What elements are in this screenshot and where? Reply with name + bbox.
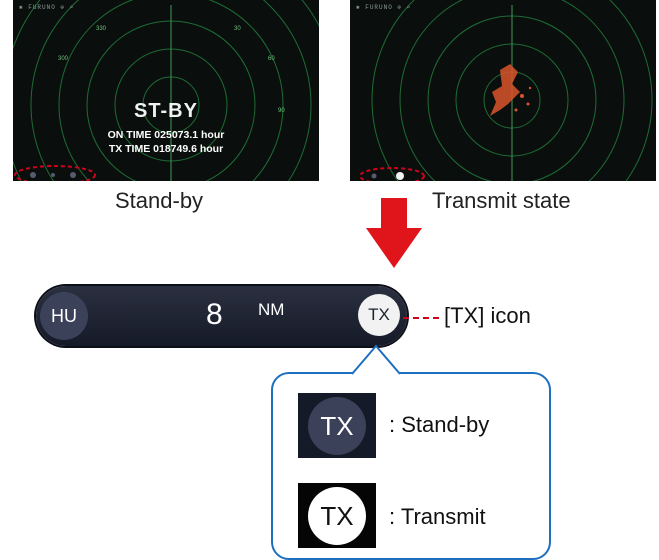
down-arrow-icon [366, 198, 422, 268]
standby-status-text: ST-BY [134, 100, 198, 122]
tx-button[interactable]: TX [358, 294, 400, 336]
tx-standby-icon: TX [308, 397, 366, 455]
svg-text:300: 300 [58, 56, 69, 62]
tx-time-text: TX TIME 018749.6 hour [108, 143, 224, 155]
on-time-text: ON TIME 025073.1 hour [107, 129, 225, 141]
range-value: 8 [206, 298, 223, 331]
legend-standby-label: : Stand-by [389, 412, 490, 437]
tx-transmit-icon: TX [308, 487, 366, 545]
radar-echo [490, 64, 532, 116]
standby-toolbar: ✱ FURUNO ⊕ ⌕ [19, 4, 75, 11]
svg-text:60: 60 [268, 56, 275, 62]
tx-standby-swatch: TX [298, 393, 376, 458]
hu-mode-button[interactable]: HU [40, 292, 88, 340]
transmit-radar-screen: ✱ FURUNO ⊕ ⌕ [350, 0, 656, 181]
standby-caption: Stand-by [115, 188, 204, 213]
radar-rings-transmit [359, 0, 653, 181]
range-scale-bar: HU 8 NM TX [36, 286, 407, 346]
svg-text:330: 330 [96, 26, 107, 32]
tx-transmit-swatch: TX [298, 483, 376, 548]
transmit-toolbar: ✱ FURUNO ⊕ ⌕ [356, 4, 412, 11]
transmit-caption: Transmit state [432, 188, 571, 213]
svg-text:30: 30 [234, 26, 241, 32]
legend-transmit-label: : Transmit [389, 504, 486, 529]
callout-leader-line [403, 317, 439, 319]
standby-radar-screen: 30 60 90 330 300 ✱ FURUNO ⊕ ⌕ ST-BY ON TIME… [13, 0, 319, 181]
tx-icon-callout-label: [TX] icon [444, 303, 531, 328]
legend-pointer [351, 344, 401, 375]
range-unit: NM [258, 300, 285, 319]
